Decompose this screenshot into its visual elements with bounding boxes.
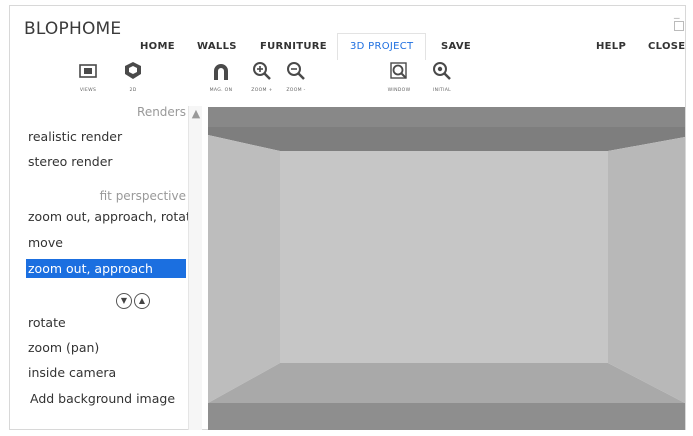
app-window: BLOPHOME _ HOME WALLS FURNITURE 3D PROJE… xyxy=(0,0,693,436)
window-label: WINDOW xyxy=(387,88,411,93)
views-tool[interactable]: VIEWS xyxy=(68,60,108,93)
minimize-button[interactable]: _ xyxy=(674,6,680,19)
room-floor-edge xyxy=(208,403,685,430)
nav-home[interactable]: HOME xyxy=(140,41,175,52)
nav-save[interactable]: SAVE xyxy=(441,41,471,52)
mag-on-label: MAG. ON xyxy=(209,88,233,93)
zoom-out-icon xyxy=(287,62,305,80)
magnet-icon xyxy=(214,64,228,80)
option-zoom-out-approach[interactable]: zoom out, approach xyxy=(26,259,186,278)
window-controls: _ xyxy=(672,6,693,32)
nav-walls[interactable]: WALLS xyxy=(197,41,237,52)
room-back-wall xyxy=(280,151,608,363)
option-stereo-render[interactable]: stereo render xyxy=(28,152,188,171)
app-title: BLOPHOME xyxy=(24,19,122,39)
renders-heading: Renders xyxy=(137,106,186,119)
nav-3d-project[interactable]: 3D PROJECT xyxy=(337,33,427,60)
3d-room-view xyxy=(208,107,685,430)
option-zoom-out-approach-rotate[interactable]: zoom out, approach, rotate xyxy=(28,207,188,226)
3d-viewport[interactable] xyxy=(208,107,685,430)
mag-on-tool[interactable]: MAG. ON xyxy=(201,60,241,93)
initial-label: INITIAL xyxy=(432,88,452,93)
fit-perspective-heading: fit perspective xyxy=(99,189,186,203)
sidebar-scrollbar[interactable]: ▲ xyxy=(188,106,202,430)
window-tool[interactable]: WINDOW xyxy=(379,60,419,93)
room-left-wall xyxy=(208,135,280,403)
option-realistic-render[interactable]: realistic render xyxy=(28,127,188,146)
nav-help[interactable]: HELP xyxy=(596,41,626,52)
nav-close[interactable]: CLOSE xyxy=(648,41,685,52)
maximize-button[interactable] xyxy=(674,21,684,31)
room-ceiling-fold xyxy=(208,107,685,127)
zoom-in-icon xyxy=(253,62,271,80)
views-icon xyxy=(79,64,97,78)
window-zoom-icon xyxy=(390,62,407,79)
2d-view-icon xyxy=(125,62,141,79)
room-right-wall xyxy=(608,137,685,403)
initial-zoom-icon xyxy=(433,62,451,80)
option-zoom-pan[interactable]: zoom (pan) xyxy=(28,338,188,357)
scroll-up-icon[interactable]: ▲ xyxy=(190,108,202,120)
initial-tool[interactable]: INITIAL xyxy=(422,60,462,93)
option-move[interactable]: move xyxy=(28,233,188,252)
option-rotate[interactable]: rotate xyxy=(28,313,188,332)
2d-label: 2D xyxy=(129,88,137,93)
renders-panel: Renders realistic render stereo render f… xyxy=(26,106,204,430)
order-arrows: ▼ ▲ xyxy=(116,290,152,309)
toolbar: VIEWS 2D MAG. ON ZOOM + ZOOM - WINDOW IN… xyxy=(0,60,693,106)
2d-tool[interactable]: 2D xyxy=(113,60,153,93)
add-background-image-button[interactable]: Add background image xyxy=(30,389,190,408)
arrow-up-icon[interactable]: ▲ xyxy=(134,292,150,309)
zoom-out-tool[interactable]: ZOOM - xyxy=(276,60,316,93)
option-inside-camera[interactable]: inside camera xyxy=(28,363,188,382)
zoom-out-label: ZOOM - xyxy=(286,88,306,93)
arrow-down-icon[interactable]: ▼ xyxy=(116,292,132,309)
nav-furniture[interactable]: FURNITURE xyxy=(260,41,327,52)
views-label: VIEWS xyxy=(79,88,97,93)
